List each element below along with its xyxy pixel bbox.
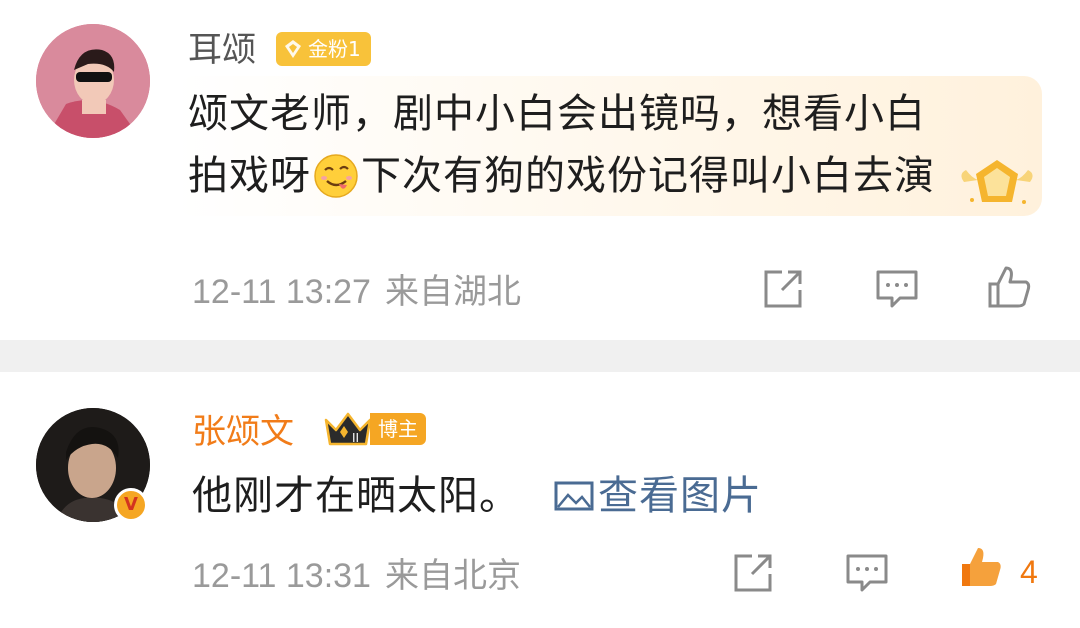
share-button[interactable]	[730, 550, 776, 596]
avatar[interactable]	[36, 24, 150, 138]
fan-badge-label: 金粉1	[308, 37, 361, 61]
share-icon	[734, 554, 772, 592]
location: 来自北京	[384, 557, 521, 595]
comment-item: 耳颂 金粉1 颂文老师，剧中小白会出镜吗，想看小白 拍戏呀 下次有狗的戏份记得叫…	[0, 0, 1080, 340]
blogger-badge-label: 博主	[370, 413, 426, 445]
drooling-face-emoji-icon	[314, 154, 358, 198]
comment-meta: 12-11 13:27 来自湖北	[192, 272, 521, 312]
verified-badge: V	[114, 488, 148, 522]
divider	[0, 340, 1080, 372]
svg-text:II: II	[352, 431, 359, 445]
username[interactable]: 耳颂	[188, 30, 256, 70]
reply-button[interactable]	[844, 550, 890, 596]
share-button[interactable]	[760, 266, 806, 312]
timestamp: 12-11 13:31	[192, 557, 371, 595]
blogger-badge[interactable]: II 博主	[322, 410, 426, 448]
comment-text: 他刚才在晒太阳。	[192, 473, 520, 519]
fan-level-badge[interactable]: 金粉1	[276, 32, 371, 66]
fan-crown-icon	[961, 160, 1033, 204]
timestamp: 12-11 13:27	[192, 273, 371, 311]
gem-icon	[285, 40, 301, 58]
reply-button[interactable]	[874, 266, 920, 312]
image-icon	[554, 481, 594, 511]
like-icon-active	[962, 548, 1001, 586]
comment-item: V 张颂文 II 博主 他刚才在晒太阳。 查看图片 12-11 13:31 来自北…	[0, 372, 1080, 628]
like-button[interactable]	[958, 544, 1004, 590]
like-count: 4	[1020, 554, 1038, 590]
share-icon	[764, 270, 802, 308]
comment-text-line: 颂文老师，剧中小白会出镜吗，想看小白	[188, 91, 926, 137]
username[interactable]: 张颂文	[192, 412, 294, 452]
location: 来自湖北	[384, 273, 521, 311]
like-button[interactable]	[986, 264, 1032, 310]
view-image-link[interactable]: 查看图片	[554, 470, 762, 522]
comment-text-segment: 下次有狗的戏份记得叫小白去演	[361, 153, 935, 199]
view-image-label: 查看图片	[598, 473, 762, 519]
comment-text-line: 他刚才在晒太阳。 查看图片	[192, 470, 762, 522]
comment-icon	[846, 554, 888, 592]
comment-icon	[876, 270, 918, 308]
comment-meta: 12-11 13:31 来自北京	[192, 556, 521, 596]
comment-text-segment: 拍戏呀	[188, 153, 311, 199]
like-icon	[988, 266, 1031, 308]
comment-text-line: 拍戏呀 下次有狗的戏份记得叫小白去演	[188, 150, 935, 202]
crown-icon: II	[324, 412, 372, 446]
